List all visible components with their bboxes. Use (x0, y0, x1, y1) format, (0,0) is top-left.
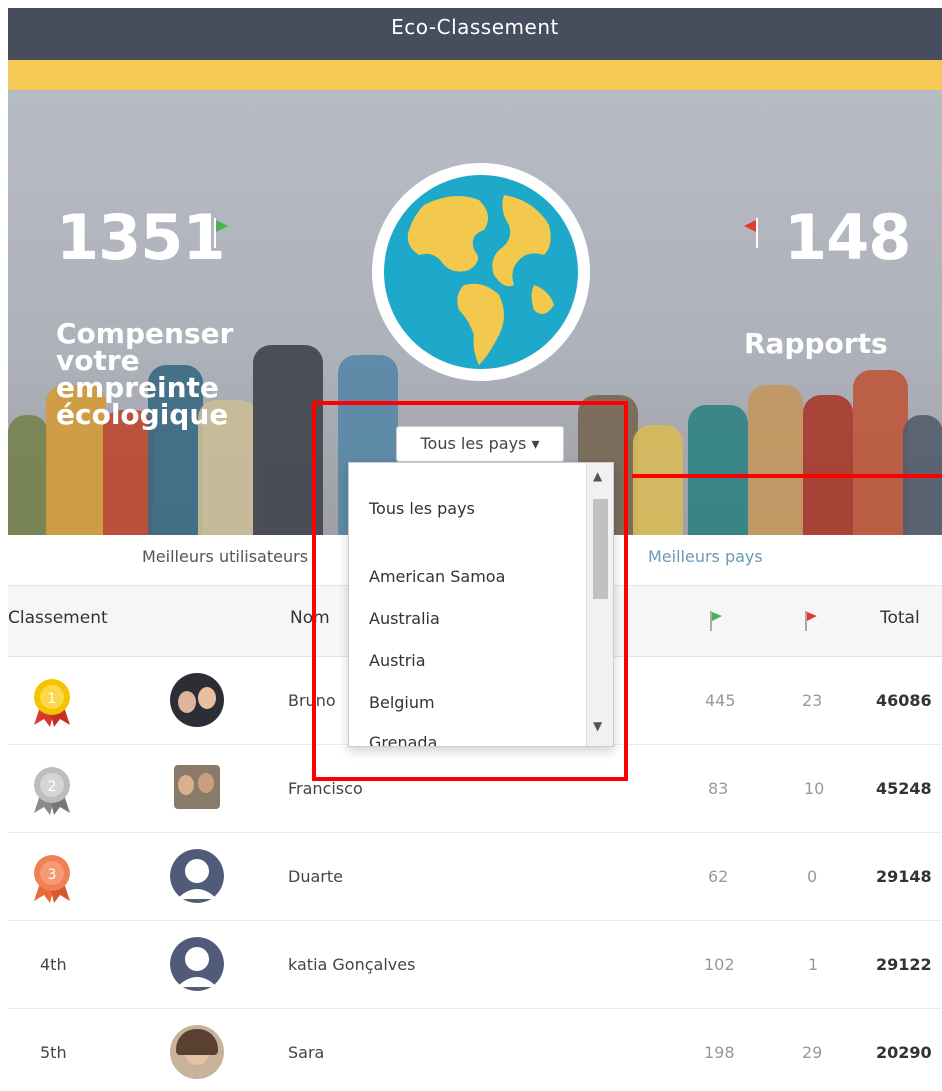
user-name: Francisco (288, 779, 363, 798)
total-score: 46086 (876, 691, 932, 710)
user-name: katia Gonçalves (288, 955, 416, 974)
red-flag-count: 0 (807, 867, 818, 886)
green-flag-count: 62 (708, 867, 729, 886)
green-flag-count: 102 (704, 955, 735, 974)
green-flag-icon (710, 611, 722, 631)
page: Eco-Classement 1351 Compenser votre empr… (8, 8, 942, 1091)
green-flag-count: 83 (708, 779, 729, 798)
rank-label: 5th (40, 1043, 67, 1062)
highlight-line (632, 474, 942, 478)
table-row[interactable]: 5th Sara 198 29 20290 (8, 1009, 942, 1091)
green-flag-icon (214, 218, 228, 248)
table-row[interactable]: 4th katia Gonçalves 102 1 29122 (8, 921, 942, 1009)
offset-label-line: Compenser (56, 317, 234, 350)
offset-count: 1351 (56, 201, 226, 274)
column-header-rank: Classement (8, 608, 108, 628)
offset-label-line: écologique (56, 398, 229, 431)
red-flag-count: 23 (802, 691, 823, 710)
red-flag-count: 29 (802, 1043, 823, 1062)
red-flag-icon (744, 218, 758, 248)
green-flag-count: 445 (705, 691, 736, 710)
default-avatar-icon (170, 849, 224, 903)
bronze-medal-icon: 3 (34, 855, 70, 903)
accent-stripe (8, 60, 942, 90)
column-header-total: Total (880, 608, 920, 628)
total-score: 29148 (876, 867, 932, 886)
svg-text:1: 1 (48, 691, 57, 707)
red-flag-count: 10 (804, 779, 825, 798)
green-flag-count: 198 (704, 1043, 735, 1062)
rank-label: 4th (40, 955, 67, 974)
tab-best-countries[interactable]: Meilleurs pays (648, 547, 763, 566)
app-title: Eco-Classement (391, 15, 559, 39)
red-flag-icon (805, 611, 817, 631)
highlight-box (312, 401, 628, 781)
svg-text:3: 3 (48, 867, 57, 883)
app-title-bar: Eco-Classement (8, 8, 942, 60)
avatar (170, 1025, 224, 1079)
reports-count: 148 (784, 201, 911, 274)
svg-text:2: 2 (48, 779, 57, 795)
total-score: 29122 (876, 955, 932, 974)
tab-best-users[interactable]: Meilleurs utilisateurs (142, 547, 308, 566)
offset-label: Compenser votre empreinte écologique (56, 317, 234, 431)
red-flag-count: 1 (808, 955, 819, 974)
avatar (174, 765, 220, 809)
offset-label-line: votre (56, 344, 140, 377)
reports-label: Rapports (744, 327, 888, 360)
avatar (170, 673, 224, 727)
globe-logo (372, 163, 590, 381)
silver-medal-icon: 2 (34, 767, 70, 815)
total-score: 45248 (876, 779, 932, 798)
total-score: 20290 (876, 1043, 932, 1062)
gold-medal-icon: 1 (34, 679, 70, 727)
default-avatar-icon (170, 937, 224, 991)
globe-icon (384, 175, 578, 369)
table-row[interactable]: 3 Duarte 62 0 29148 (8, 833, 942, 921)
offset-label-line: empreinte (56, 371, 219, 404)
user-name: Sara (288, 1043, 325, 1062)
user-name: Duarte (288, 867, 343, 886)
